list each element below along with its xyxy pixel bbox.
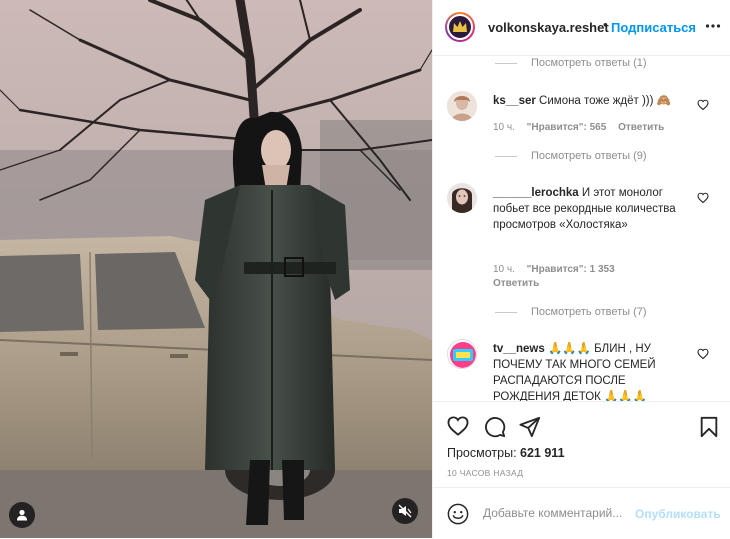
user-icon	[17, 509, 27, 521]
comments-list[interactable]: Посмотреть ответы (1) ks__ser Симона тож…	[433, 56, 730, 401]
comment-text: tv__news 🙏🙏🙏 БЛИН , НУ ПОЧЕМУ ТАК МНОГО …	[493, 341, 688, 401]
comment-time[interactable]: 10 ч.	[493, 122, 515, 133]
header-separator: •	[603, 17, 608, 32]
comment-meta: 10 ч. "Нравится": 565 Ответить	[493, 121, 673, 135]
user-photo	[447, 183, 477, 213]
post-actions: Просмотры: 621 911 10 ЧАСОВ НАЗАД Опубли…	[433, 401, 730, 538]
follow-button[interactable]: Подписаться	[611, 20, 696, 35]
replies-divider	[495, 311, 517, 313]
comment-username[interactable]: tv__news	[493, 343, 545, 355]
more-options-icon[interactable]	[705, 18, 721, 34]
reply-button[interactable]: Ответить	[618, 122, 664, 133]
like-comment-icon[interactable]	[697, 99, 709, 111]
mute-button[interactable]	[392, 498, 418, 524]
comment-icon[interactable]	[484, 416, 506, 438]
reply-button[interactable]: Ответить	[493, 277, 624, 291]
comment-avatar[interactable]	[447, 339, 477, 369]
emoji-icon[interactable]	[447, 503, 469, 525]
save-bookmark-icon[interactable]	[699, 416, 719, 438]
view-replies-label: Посмотреть ответы (1)	[531, 57, 647, 69]
view-replies-button[interactable]: Посмотреть ответы (7)	[495, 306, 647, 318]
like-comment-icon[interactable]	[697, 348, 709, 360]
replies-divider	[495, 62, 517, 64]
comment-composer: Опубликовать	[433, 487, 730, 539]
like-comment-icon[interactable]	[697, 192, 709, 204]
comment-likes[interactable]: "Нравится": 1 353	[527, 264, 615, 275]
view-count[interactable]: Просмотры: 621 911	[447, 446, 565, 460]
view-replies-button[interactable]: Посмотреть ответы (9)	[495, 150, 647, 162]
view-replies-label: Посмотреть ответы (9)	[531, 150, 647, 162]
comment-username[interactable]: ______lerochka	[493, 187, 579, 199]
publish-button[interactable]: Опубликовать	[635, 507, 721, 521]
share-icon[interactable]	[519, 416, 541, 438]
author-avatar[interactable]	[445, 12, 475, 42]
tv-news-logo	[448, 340, 476, 368]
comment-time[interactable]: 10 ч.	[493, 264, 515, 275]
post-sidebar: volkonskaya.reshet • Подписаться Посмотр…	[432, 0, 730, 538]
like-icon[interactable]	[447, 416, 469, 436]
post-header: volkonskaya.reshet • Подписаться	[433, 0, 730, 56]
comment-avatar[interactable]	[447, 91, 477, 121]
user-photo	[447, 91, 477, 121]
post-timestamp[interactable]: 10 ЧАСОВ НАЗАД	[447, 468, 523, 478]
comment-username[interactable]: ks__ser	[493, 95, 536, 107]
crown-logo-icon	[453, 21, 467, 32]
post-video[interactable]	[0, 0, 432, 538]
comment-meta: 10 ч. "Нравится": 1 353 Ответить	[493, 263, 624, 291]
tagged-users-button[interactable]	[9, 502, 35, 528]
comment-likes[interactable]: "Нравится": 565	[527, 122, 607, 133]
author-username[interactable]: volkonskaya.reshet	[488, 20, 609, 35]
comment-avatar[interactable]	[447, 183, 477, 213]
comment-input[interactable]	[483, 506, 633, 520]
views-value: 621 911	[520, 446, 565, 460]
comment-text: ______lerochka И этот монолог побьет все…	[493, 185, 688, 233]
comment-body: Симона тоже ждёт ))) 🙈	[535, 95, 671, 107]
video-frame-image	[0, 0, 432, 538]
views-label: Просмотры:	[447, 446, 517, 460]
comment-text: ks__ser Симона тоже ждёт ))) 🙈	[493, 93, 688, 109]
view-replies-label: Посмотреть ответы (7)	[531, 306, 647, 318]
speaker-muted-icon	[398, 504, 412, 518]
view-replies-button[interactable]: Посмотреть ответы (1)	[495, 57, 647, 69]
replies-divider	[495, 155, 517, 157]
